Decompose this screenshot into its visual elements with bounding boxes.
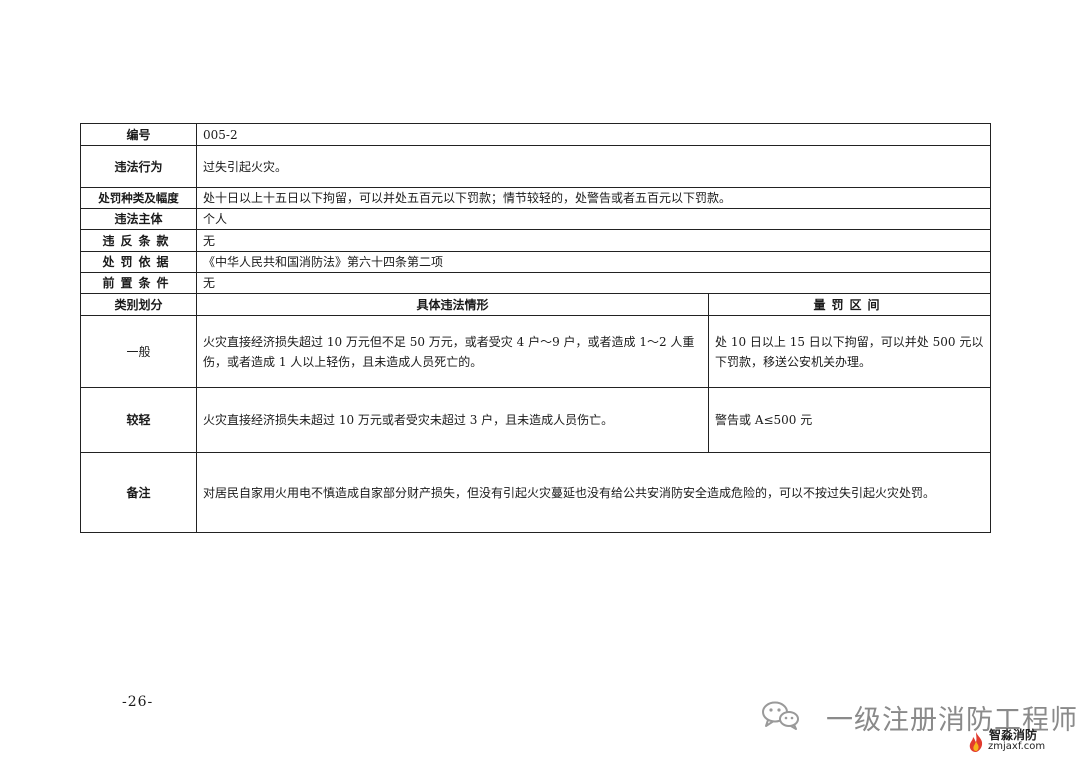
- category-cell: 一般: [80, 315, 197, 388]
- id-value: 005-2: [196, 123, 991, 146]
- subject-label: 违法主体: [80, 208, 197, 230]
- violated-label: 违反条款: [80, 229, 197, 252]
- page-number: -26-: [122, 694, 154, 710]
- logo-url: zmjaxf.com: [988, 741, 1046, 752]
- fire-logo-icon: [969, 732, 983, 752]
- behavior-label: 违法行为: [80, 145, 197, 188]
- remark-label: 备注: [80, 452, 197, 533]
- watermark: 一级注册消防工程师 智淼消防 zmjaxf.com: [760, 698, 1077, 758]
- range-cell: 处 10 日以上 15 日以下拘留，可以并处 500 元以下罚款，移送公安机关办…: [708, 315, 991, 388]
- category-cell: 较轻: [80, 387, 197, 453]
- range-cell: 警告或 A≤500 元: [708, 387, 991, 453]
- table-row: 备注 对居民自家用火用电不慎造成自家部分财产损失，但没有引起火灾蔓延也没有给公共…: [80, 452, 991, 533]
- basis-label: 处罚依据: [80, 251, 197, 273]
- remark-value: 对居民自家用火用电不慎造成自家部分财产损失，但没有引起火灾蔓延也没有给公共安消防…: [196, 452, 991, 533]
- subject-value: 个人: [196, 208, 991, 230]
- wechat-icon: [762, 701, 799, 730]
- table-row: 一般 火灾直接经济损失超过 10 万元但不足 50 万元，或者受灾 4 户～9 …: [80, 315, 991, 388]
- penalty-label: 处罚种类及幅度: [80, 187, 197, 209]
- table-row: 较轻 火灾直接经济损失未超过 10 万元或者受灾未超过 3 户，且未造成人员伤亡…: [80, 387, 991, 453]
- violated-value: 无: [196, 229, 991, 252]
- penalty-table: 编号 005-2 违法行为 过失引起火灾。 处罚种类及幅度 处十日以上十五日以下…: [80, 123, 991, 533]
- basis-value: 《中华人民共和国消防法》第六十四条第二项: [196, 251, 991, 273]
- situation-cell: 火灾直接经济损失未超过 10 万元或者受灾未超过 3 户，且未造成人员伤亡。: [196, 387, 709, 453]
- table-row: 违反条款 无: [80, 229, 991, 252]
- table-row: 处罚种类及幅度 处十日以上十五日以下拘留，可以并处五百元以下罚款；情节较轻的，处…: [80, 187, 991, 209]
- table-header-row: 类别划分 具体违法情形 量罚区间: [80, 293, 991, 316]
- column-header-range: 量罚区间: [708, 293, 991, 316]
- table-row: 编号 005-2: [80, 123, 991, 146]
- table-row: 违法主体 个人: [80, 208, 991, 230]
- table-row: 违法行为 过失引起火灾。: [80, 145, 991, 188]
- account-name: 一级注册消防工程师: [826, 705, 1078, 736]
- situation-cell: 火灾直接经济损失超过 10 万元但不足 50 万元，或者受灾 4 户～9 户，或…: [196, 315, 709, 388]
- precondition-value: 无: [196, 272, 991, 294]
- column-header-situation: 具体违法情形: [196, 293, 709, 316]
- column-header-category: 类别划分: [80, 293, 197, 316]
- id-label: 编号: [80, 123, 197, 146]
- table-row: 前置条件 无: [80, 272, 991, 294]
- precondition-label: 前置条件: [80, 272, 197, 294]
- table-row: 处罚依据 《中华人民共和国消防法》第六十四条第二项: [80, 251, 991, 273]
- penalty-value: 处十日以上十五日以下拘留，可以并处五百元以下罚款；情节较轻的，处警告或者五百元以…: [196, 187, 991, 209]
- behavior-value: 过失引起火灾。: [196, 145, 991, 188]
